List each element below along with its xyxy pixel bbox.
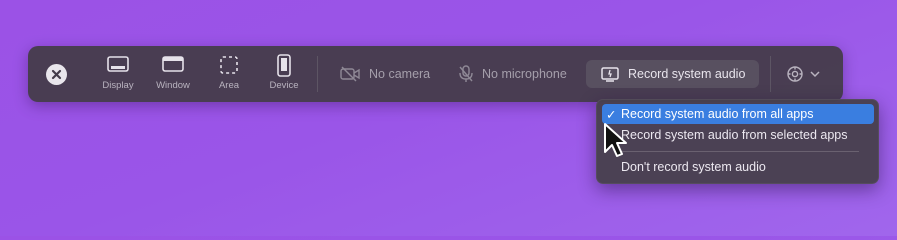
window-mode-button[interactable]: Window xyxy=(152,54,194,94)
camera-off-icon xyxy=(340,66,360,82)
microphone-button[interactable]: No microphone xyxy=(458,60,567,88)
menu-item-label: Record system audio from selected apps xyxy=(621,128,848,142)
close-button[interactable] xyxy=(46,64,67,85)
microphone-label: No microphone xyxy=(482,67,567,81)
toolbar-divider-2 xyxy=(770,56,771,92)
area-icon xyxy=(220,56,238,74)
gear-icon xyxy=(787,66,803,82)
area-mode-button[interactable]: Area xyxy=(212,54,246,94)
display-mode-button[interactable]: Display xyxy=(98,54,138,94)
menu-item-no-audio[interactable]: Don't record system audio xyxy=(602,157,874,177)
close-icon xyxy=(51,69,62,80)
system-audio-button[interactable]: Record system audio xyxy=(586,60,760,88)
checkmark-icon: ✓ xyxy=(606,107,617,122)
display-icon xyxy=(107,56,129,72)
menu-item-label: Don't record system audio xyxy=(621,160,766,174)
window-icon xyxy=(162,56,184,72)
device-icon xyxy=(277,54,291,77)
toolbar-divider xyxy=(317,56,318,92)
mouse-cursor-icon xyxy=(604,123,627,157)
menu-item-label: Record system audio from all apps xyxy=(621,107,814,121)
camera-button[interactable]: No camera xyxy=(339,60,430,88)
menu-separator xyxy=(617,151,859,152)
camera-label: No camera xyxy=(369,67,431,81)
device-mode-label: Device xyxy=(269,80,299,91)
display-mode-label: Display xyxy=(102,80,134,91)
window-mode-label: Window xyxy=(156,80,190,91)
system-audio-icon xyxy=(601,67,619,82)
system-audio-menu: ✓ Record system audio from all apps Reco… xyxy=(596,99,879,184)
menu-item-all-apps[interactable]: ✓ Record system audio from all apps xyxy=(602,104,874,124)
chevron-down-icon xyxy=(810,71,820,78)
options-menu-button[interactable] xyxy=(786,64,820,84)
system-audio-label: Record system audio xyxy=(628,67,746,81)
menu-item-selected-apps[interactable]: Record system audio from selected apps xyxy=(602,125,874,145)
device-mode-button[interactable]: Device xyxy=(266,54,302,94)
area-mode-label: Area xyxy=(218,80,240,91)
microphone-off-icon xyxy=(459,65,473,82)
